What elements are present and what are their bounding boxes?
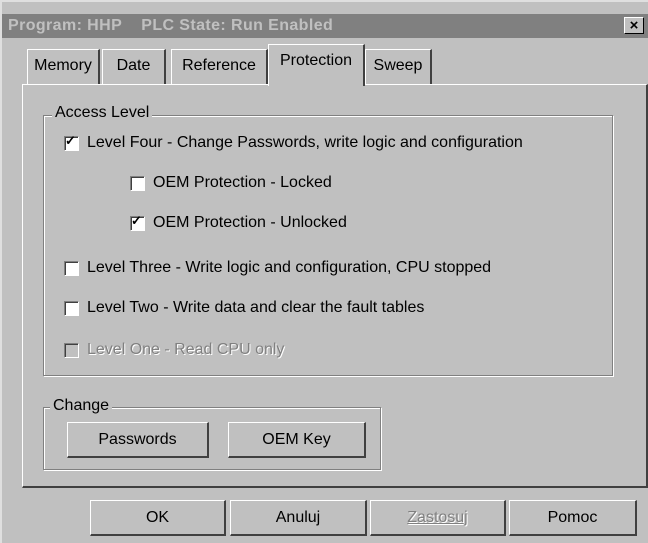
window-title: Program: HHP PLC State: Run Enabled xyxy=(8,17,334,34)
oem-unlocked-checkbox[interactable]: ✓ OEM Protection - Unlocked xyxy=(130,213,347,233)
tab-protection[interactable]: Protection xyxy=(268,44,365,86)
oem-locked-checkbox[interactable]: OEM Protection - Locked xyxy=(130,173,332,193)
checkbox-box: ✓ xyxy=(64,132,79,151)
level-three-label: Level Three - Write logic and configurat… xyxy=(87,259,492,276)
level-four-label: Level Four - Change Passwords, write log… xyxy=(87,134,523,151)
access-level-title: Access Level xyxy=(52,104,153,122)
oem-unlocked-label: OEM Protection - Unlocked xyxy=(153,214,347,231)
tab-reference-label: Reference xyxy=(182,57,256,74)
oem-key-label: OEM Key xyxy=(262,430,331,448)
checkbox-box xyxy=(130,175,145,191)
tab-date[interactable]: Date xyxy=(102,49,166,85)
close-icon: × xyxy=(629,17,639,34)
level-one-checkbox[interactable]: Level One - Read CPU only xyxy=(64,340,284,360)
oem-key-button[interactable]: OEM Key xyxy=(228,422,366,458)
checkbox-box xyxy=(64,260,79,276)
tab-sweep-label: Sweep xyxy=(373,57,423,74)
level-four-checkbox[interactable]: ✓ Level Four - Change Passwords, write l… xyxy=(64,133,523,153)
cancel-label: Anuluj xyxy=(275,508,321,526)
help-button[interactable]: Pomoc xyxy=(509,500,637,536)
check-icon: ✓ xyxy=(131,212,142,228)
ok-button[interactable]: OK xyxy=(90,500,226,536)
close-button[interactable]: × xyxy=(624,17,644,34)
oem-locked-label: OEM Protection - Locked xyxy=(153,174,332,191)
tab-date-label: Date xyxy=(116,57,151,74)
cancel-button[interactable]: Anuluj xyxy=(230,500,367,536)
level-three-checkbox[interactable]: Level Three - Write logic and configurat… xyxy=(64,258,491,278)
checkbox-box xyxy=(64,342,79,358)
change-title: Change xyxy=(50,397,113,415)
tab-reference[interactable]: Reference xyxy=(171,49,268,85)
passwords-button[interactable]: Passwords xyxy=(67,422,209,458)
tab-memory-label: Memory xyxy=(34,57,92,74)
ok-label: OK xyxy=(145,508,170,526)
checkbox-box xyxy=(64,300,79,316)
level-two-checkbox[interactable]: Level Two - Write data and clear the fau… xyxy=(64,298,424,318)
checkbox-box: ✓ xyxy=(130,212,145,231)
level-one-label: Level One - Read CPU only xyxy=(87,341,285,358)
apply-button[interactable]: Zastosuj xyxy=(370,500,506,536)
passwords-label: Passwords xyxy=(98,430,177,448)
tab-memory[interactable]: Memory xyxy=(27,49,100,85)
tab-sweep[interactable]: Sweep xyxy=(365,49,432,85)
check-icon: ✓ xyxy=(65,132,76,148)
tab-protection-label: Protection xyxy=(279,52,353,69)
level-two-label: Level Two - Write data and clear the fau… xyxy=(87,299,425,316)
help-label: Pomoc xyxy=(547,508,598,526)
access-level-group xyxy=(43,115,613,376)
apply-label: Zastosuj xyxy=(407,508,468,526)
